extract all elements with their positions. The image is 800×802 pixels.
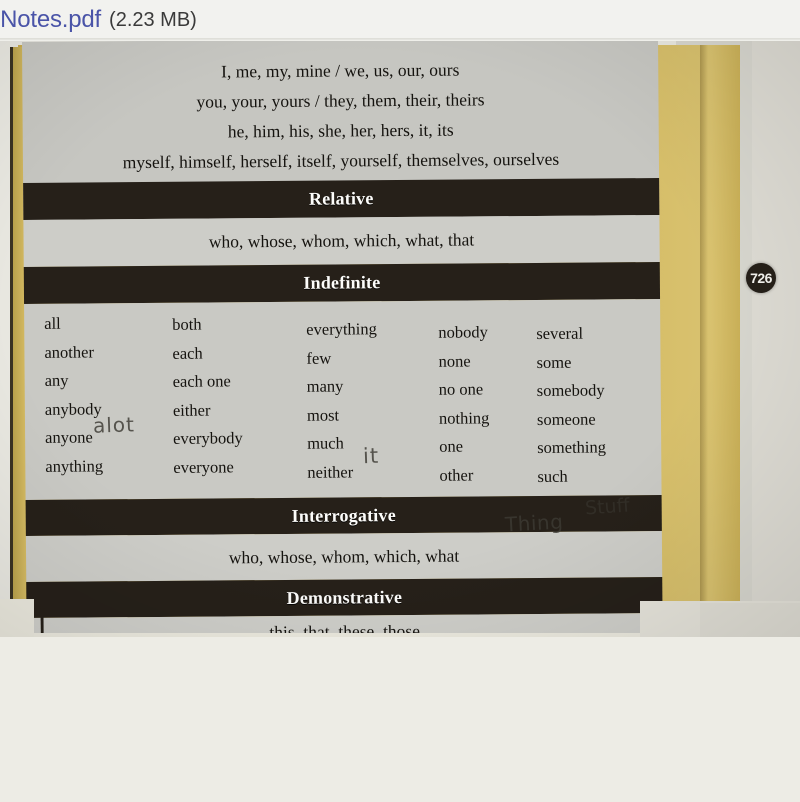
indefinite-column-3: everything few many most much neither xyxy=(306,315,378,487)
photo-background-far-right xyxy=(752,41,800,637)
indefinite-word: someone xyxy=(536,409,596,429)
indefinite-word: neither xyxy=(307,461,354,482)
indefinite-word: most xyxy=(306,405,340,425)
relative-values-text: who, whose, whom, which, what, that xyxy=(208,229,475,252)
personal-line-3: he, him, his, she, her, hers, it, its xyxy=(227,119,454,142)
indefinite-word: nothing xyxy=(438,407,490,428)
indefinite-word: anyone xyxy=(45,427,93,447)
section-values-interrogative: who, whose, whom, which, what xyxy=(25,530,663,582)
indefinite-column-1: all another any anybody anyone anything xyxy=(44,309,103,480)
attachment-filename-link[interactable]: unsNotes.pdf xyxy=(0,6,101,34)
indefinite-word: one xyxy=(439,436,464,456)
indefinite-word: everybody xyxy=(173,428,243,448)
indefinite-word: somebody xyxy=(536,380,605,400)
page-number-text: 726 xyxy=(750,270,772,286)
indefinite-column-5: several some somebody someone something … xyxy=(536,319,606,491)
indefinite-word: many xyxy=(306,376,344,396)
indefinite-word: both xyxy=(172,314,202,334)
indefinite-word: other xyxy=(439,464,474,485)
document-photo: I, me, my, mine / we, us, our, ours you,… xyxy=(0,41,800,637)
section-header-indefinite: Indefinite xyxy=(23,261,661,304)
indefinite-column-2: both each each one either everybody ever… xyxy=(172,310,243,482)
attachment-header: unsNotes.pdf (2.23 MB) xyxy=(0,0,800,40)
indefinite-word: some xyxy=(536,352,572,372)
indefinite-word: few xyxy=(306,348,332,368)
header-divider xyxy=(0,38,800,40)
page-left-rule xyxy=(10,47,13,635)
indefinite-word: each xyxy=(172,343,203,363)
indefinite-column-4: nobody none no one nothing one other xyxy=(438,318,490,489)
indefinite-word: any xyxy=(44,370,69,390)
section-values-relative: who, whose, whom, which, what, that xyxy=(23,214,660,267)
section-header-indefinite-label: Indefinite xyxy=(303,272,381,293)
section-header-demonstrative-label: Demonstrative xyxy=(286,587,403,608)
interrogative-values-text: who, whose, whom, which, what xyxy=(228,545,460,568)
indefinite-word: such xyxy=(537,466,568,486)
indefinite-pronouns-grid: all another any anybody anyone anything … xyxy=(24,298,662,500)
indefinite-word: nobody xyxy=(438,322,488,342)
page-fold-shadow xyxy=(700,45,708,633)
page-number-badge: 726 xyxy=(746,263,776,293)
indefinite-word: something xyxy=(537,437,607,457)
indefinite-word: several xyxy=(536,323,584,343)
indefinite-word: everyone xyxy=(173,456,234,477)
personal-line-2: you, your, yours / they, them, their, th… xyxy=(196,89,485,112)
indefinite-word: anything xyxy=(45,455,104,476)
indefinite-word: each one xyxy=(172,371,231,391)
indefinite-word: anybody xyxy=(44,398,102,419)
pronouns-table: I, me, my, mine / we, us, our, ours you,… xyxy=(22,41,663,637)
photo-corner-grey xyxy=(700,603,800,637)
paper-sheet-bottom-left xyxy=(0,599,34,637)
indefinite-word: everything xyxy=(306,319,377,339)
attachment-filesize: (2.23 MB) xyxy=(109,8,197,31)
section-header-interrogative-label: Interrogative xyxy=(291,505,396,526)
indefinite-word: another xyxy=(44,341,94,362)
section-header-relative-label: Relative xyxy=(308,188,374,209)
personal-line-1: I, me, my, mine / we, us, our, ours xyxy=(221,59,460,82)
page-background-bottom xyxy=(0,637,800,802)
section-header-relative: Relative xyxy=(23,178,660,220)
indefinite-word: no one xyxy=(438,379,484,399)
indefinite-word: none xyxy=(438,350,471,371)
section-header-interrogative: Interrogative xyxy=(25,494,662,536)
section-header-demonstrative: Demonstrative xyxy=(26,576,663,618)
personal-line-4: myself, himself, herself, itself, yourse… xyxy=(122,148,560,173)
indefinite-word: all xyxy=(44,313,61,333)
indefinite-word: much xyxy=(307,433,344,453)
indefinite-word: either xyxy=(172,400,211,420)
